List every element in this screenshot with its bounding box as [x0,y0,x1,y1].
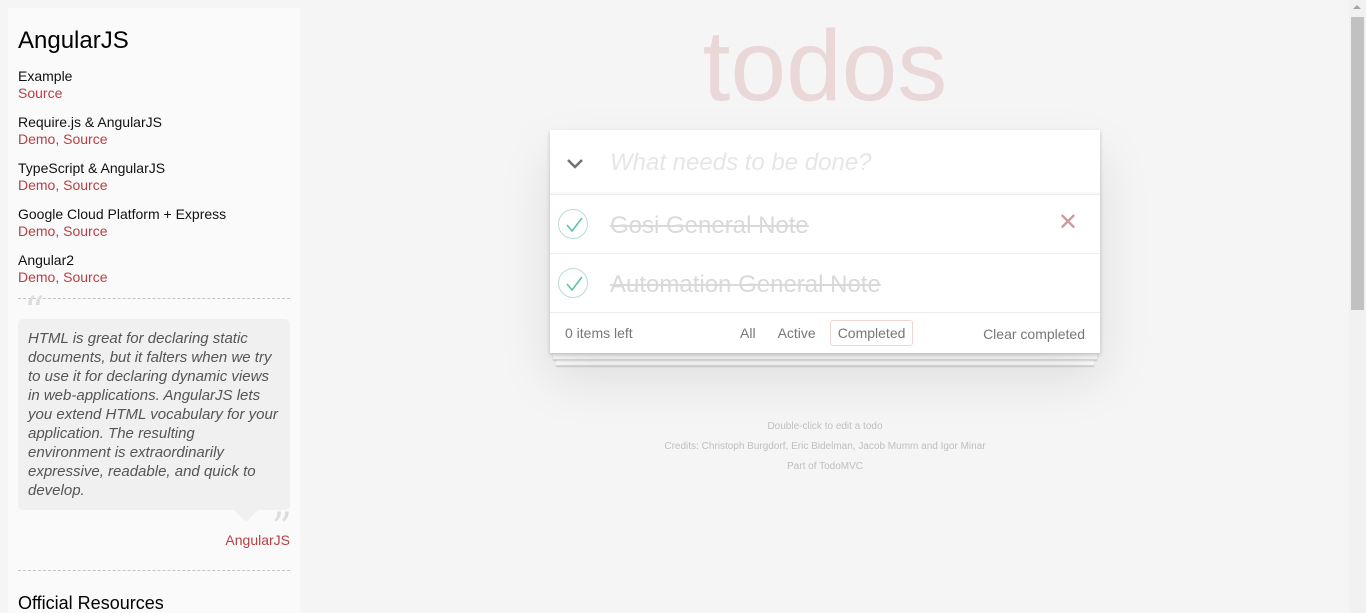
example-name: Example [18,68,73,84]
sidebar-item: Example Source [18,68,290,102]
close-quote-icon: ” [271,505,292,551]
new-todo-input[interactable] [610,130,1090,195]
todo-app: Gosi General Note ✕ Automation General N… [550,130,1100,353]
example-name: Google Cloud Platform + Express [18,206,227,222]
todomvc-link[interactable]: TodoMVC [819,461,863,472]
sidebar-item: Google Cloud Platform + Express Demo, So… [18,206,290,240]
demo-link[interactable]: Demo [18,269,55,285]
sidebar: AngularJS Example Source Require.js & An… [8,8,300,613]
quote-text: HTML is great for declaring static docum… [28,330,278,499]
link-separator: , [55,223,64,239]
filter-active[interactable]: Active [770,320,824,346]
demo-link[interactable]: Demo [18,177,55,193]
link-separator: , [55,177,64,193]
quote-box: “ HTML is great for declaring static doc… [18,292,292,548]
delete-todo-icon[interactable]: ✕ [1058,211,1078,235]
todo-item[interactable]: Automation General Note [550,254,1100,313]
demo-link[interactable]: Demo [18,131,55,147]
source-link[interactable]: Source [63,269,107,285]
items-left-count: 0 items left [565,325,633,341]
sidebar-item: TypeScript & AngularJS Demo, Source [18,160,290,194]
sidebar-divider [18,570,290,571]
toggle-all-chevron-icon[interactable] [564,152,586,174]
example-name: Angular2 [18,252,75,268]
info-credits: Credits: Christoph Burgdorf, Eric Bidelm… [664,441,986,452]
info-part-of: Part of TodoMVC [550,457,1100,477]
filter-all[interactable]: All [732,320,764,346]
app-title: todos [702,10,948,122]
info-edit-hint: Double-click to edit a todo [767,421,883,432]
scrollbar-thumb[interactable] [1351,17,1364,310]
source-link[interactable]: Source [63,131,107,147]
example-name: Require.js & AngularJS [18,114,162,130]
source-link[interactable]: Source [63,223,107,239]
filters: All Active Completed [729,320,916,346]
info-footer: Double-click to edit a todo Credits: Chr… [550,417,1100,477]
example-source-link[interactable]: Source [18,85,62,101]
sidebar-divider [18,298,290,299]
vertical-scrollbar[interactable] [1349,0,1366,613]
checkmark-icon [566,217,583,233]
open-quote-icon: “ [24,289,45,335]
todo-footer: 0 items left All Active Completed Clear … [550,313,1100,353]
sidebar-item: Angular2 Demo, Source [18,252,290,286]
quote-author: AngularJS [18,532,290,548]
sidebar-item: Require.js & AngularJS Demo, Source [18,114,290,148]
paper-stack [550,352,1100,366]
example-name: TypeScript & AngularJS [18,160,166,176]
todo-toggle-checkbox[interactable] [558,268,588,298]
todo-item[interactable]: Gosi General Note ✕ [550,195,1100,254]
clear-completed-button[interactable]: Clear completed [983,326,1085,342]
source-link[interactable]: Source [63,177,107,193]
checkmark-icon [566,276,583,292]
info-part-of-prefix: Part of [787,461,820,472]
todo-label[interactable]: Automation General Note [610,271,881,299]
demo-link[interactable]: Demo [18,223,55,239]
todo-toggle-checkbox[interactable] [558,209,588,239]
official-resources-heading: Official Resources [18,593,164,613]
filter-completed[interactable]: Completed [829,320,914,346]
sidebar-title: AngularJS [18,27,129,54]
paper-stack-layer [553,352,1097,360]
todo-label[interactable]: Gosi General Note [610,212,809,240]
scroll-up-arrow-icon[interactable] [1353,5,1361,9]
link-separator: , [55,131,64,147]
header-row [550,130,1100,195]
link-separator: , [55,269,64,285]
